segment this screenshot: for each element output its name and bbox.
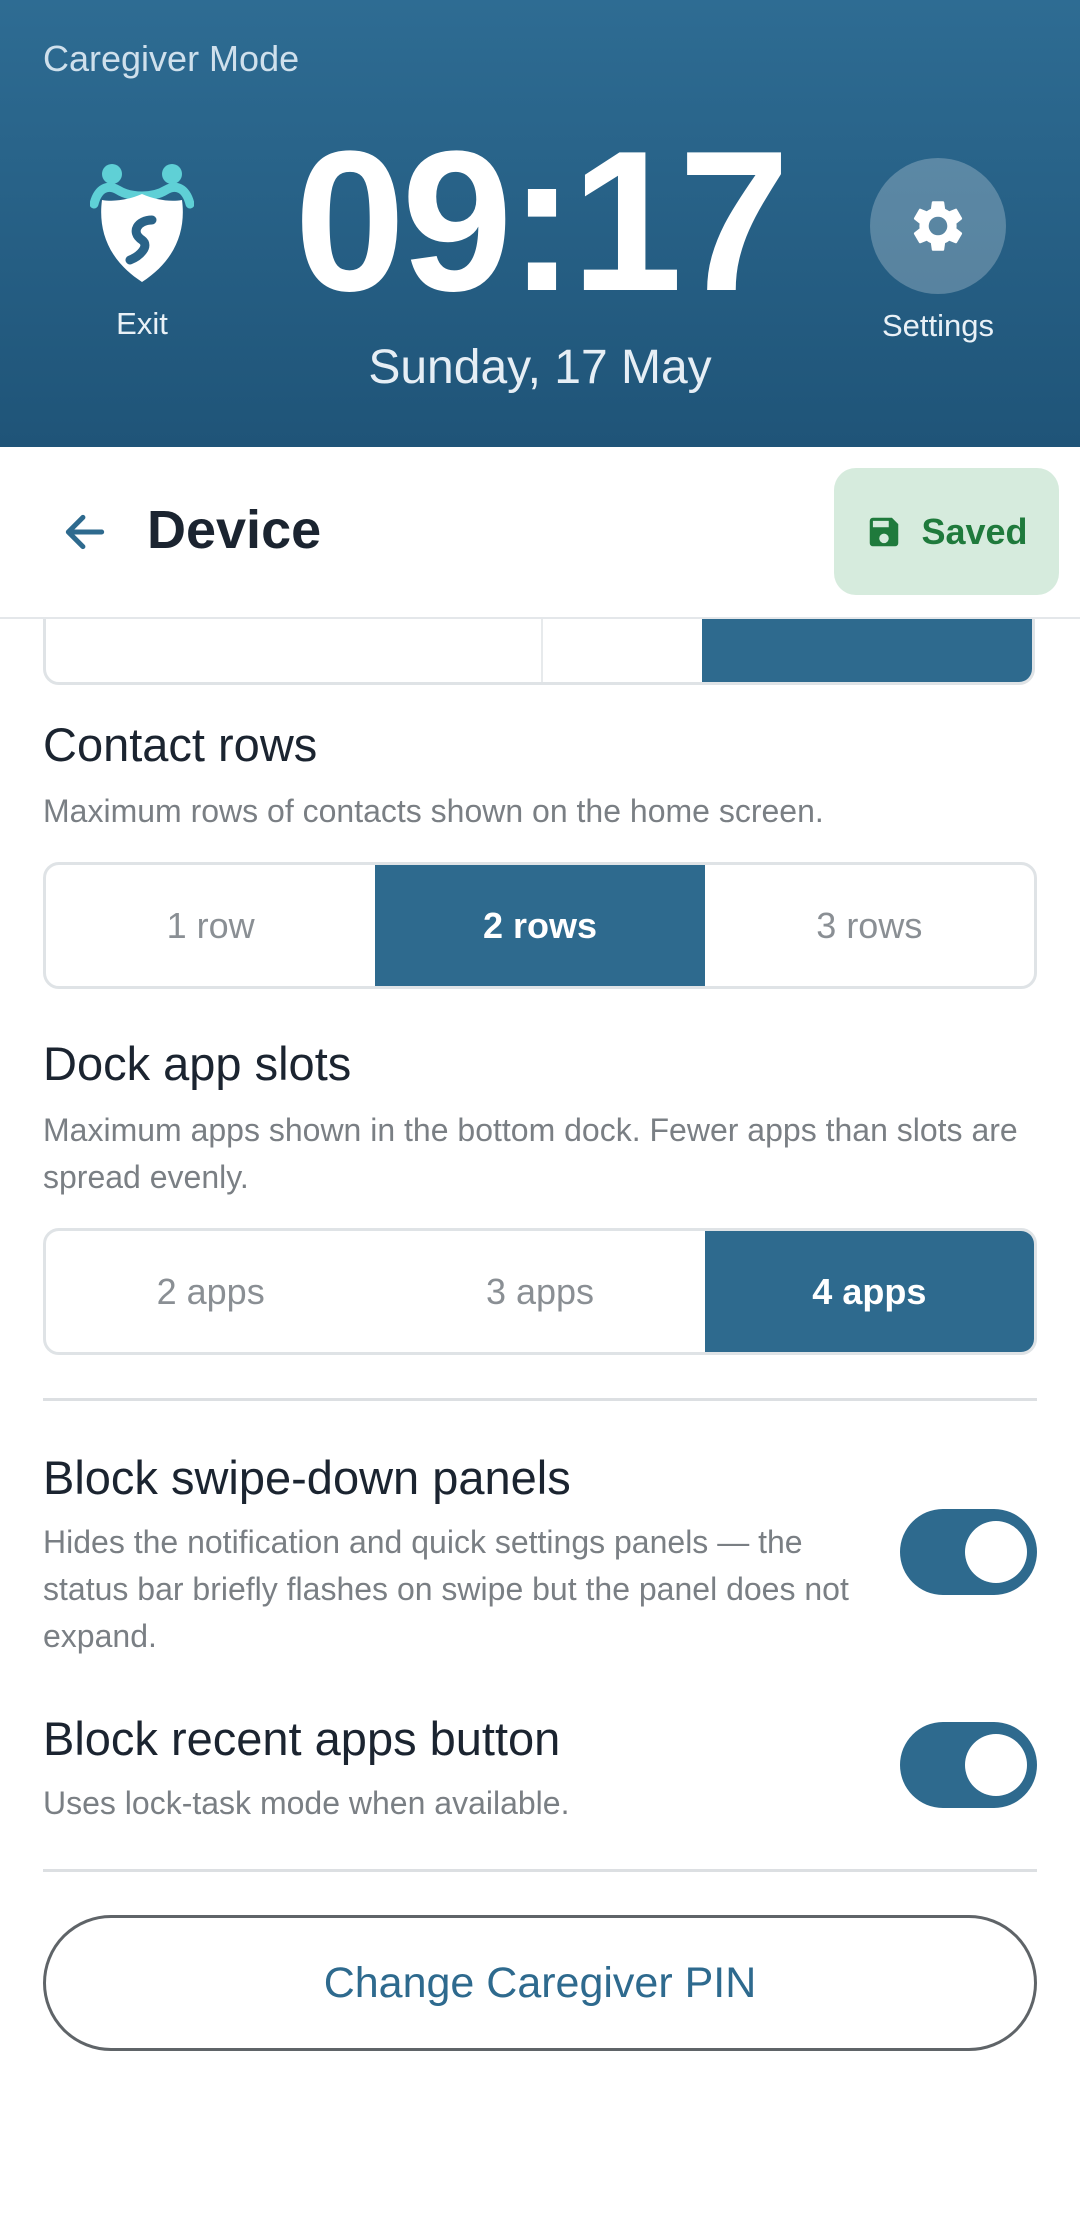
settings-content[interactable]: Contact rows Maximum rows of contacts sh…: [0, 619, 1080, 2220]
contact-rows-option-3[interactable]: 3 rows: [705, 865, 1034, 986]
contact-rows-selector[interactable]: 1 row 2 rows 3 rows: [43, 862, 1037, 989]
change-pin-button[interactable]: Change Caregiver PIN: [43, 1915, 1037, 2051]
shield-people-icon: [90, 164, 194, 282]
block-swipe-description: Hides the notification and quick setting…: [43, 1524, 849, 1654]
device-toolbar: Device Saved: [0, 447, 1080, 619]
section-divider: [43, 1869, 1037, 1872]
arrow-left-icon: [65, 514, 105, 550]
settings-label: Settings: [881, 308, 994, 343]
mode-label: Caregiver Mode: [43, 38, 300, 79]
clock-time: 09:17: [294, 110, 790, 333]
gear-icon: [913, 201, 963, 251]
toggle-knob: [965, 1734, 1027, 1796]
caregiver-header: Caregiver Mode Exit 09:17 Sunday, 17 May…: [0, 0, 1080, 447]
save-icon: [870, 517, 899, 546]
contact-rows-title: Contact rows: [43, 718, 318, 771]
partial-segmented-control[interactable]: [43, 619, 1035, 685]
block-swipe-title: Block swipe-down panels: [43, 1451, 571, 1504]
block-swipe-toggle[interactable]: [900, 1509, 1037, 1595]
back-button[interactable]: [50, 497, 120, 567]
dock-slots-description: Maximum apps shown in the bottom dock. F…: [43, 1112, 1018, 1195]
clock-date: Sunday, 17 May: [368, 341, 712, 394]
dock-slots-option-3[interactable]: 3 apps: [375, 1231, 704, 1352]
dock-slots-title: Dock app slots: [43, 1037, 352, 1090]
contact-rows-option-1[interactable]: 1 row: [46, 865, 375, 986]
contact-rows-option-2[interactable]: 2 rows: [375, 865, 705, 986]
segment-divider: [541, 619, 543, 682]
exit-button[interactable]: Exit: [60, 160, 224, 356]
contact-rows-description: Maximum rows of contacts shown on the ho…: [43, 793, 824, 829]
segment-selected-fill: [702, 619, 1032, 682]
page-title: Device: [147, 500, 322, 560]
settings-button[interactable]: Settings: [858, 158, 1018, 358]
saved-label: Saved: [921, 510, 1028, 552]
block-recents-description: Uses lock-task mode when available.: [43, 1785, 570, 1821]
dock-slots-option-2[interactable]: 2 apps: [46, 1231, 375, 1352]
block-recents-title: Block recent apps button: [43, 1712, 561, 1765]
saved-button[interactable]: Saved: [834, 468, 1059, 595]
block-recents-toggle[interactable]: [900, 1722, 1037, 1808]
exit-label: Exit: [116, 306, 168, 341]
toggle-knob: [965, 1521, 1027, 1583]
dock-slots-selector[interactable]: 2 apps 3 apps 4 apps: [43, 1228, 1037, 1355]
section-divider: [43, 1398, 1037, 1401]
settings-circle: [870, 158, 1006, 294]
dock-slots-option-4[interactable]: 4 apps: [704, 1231, 1034, 1352]
